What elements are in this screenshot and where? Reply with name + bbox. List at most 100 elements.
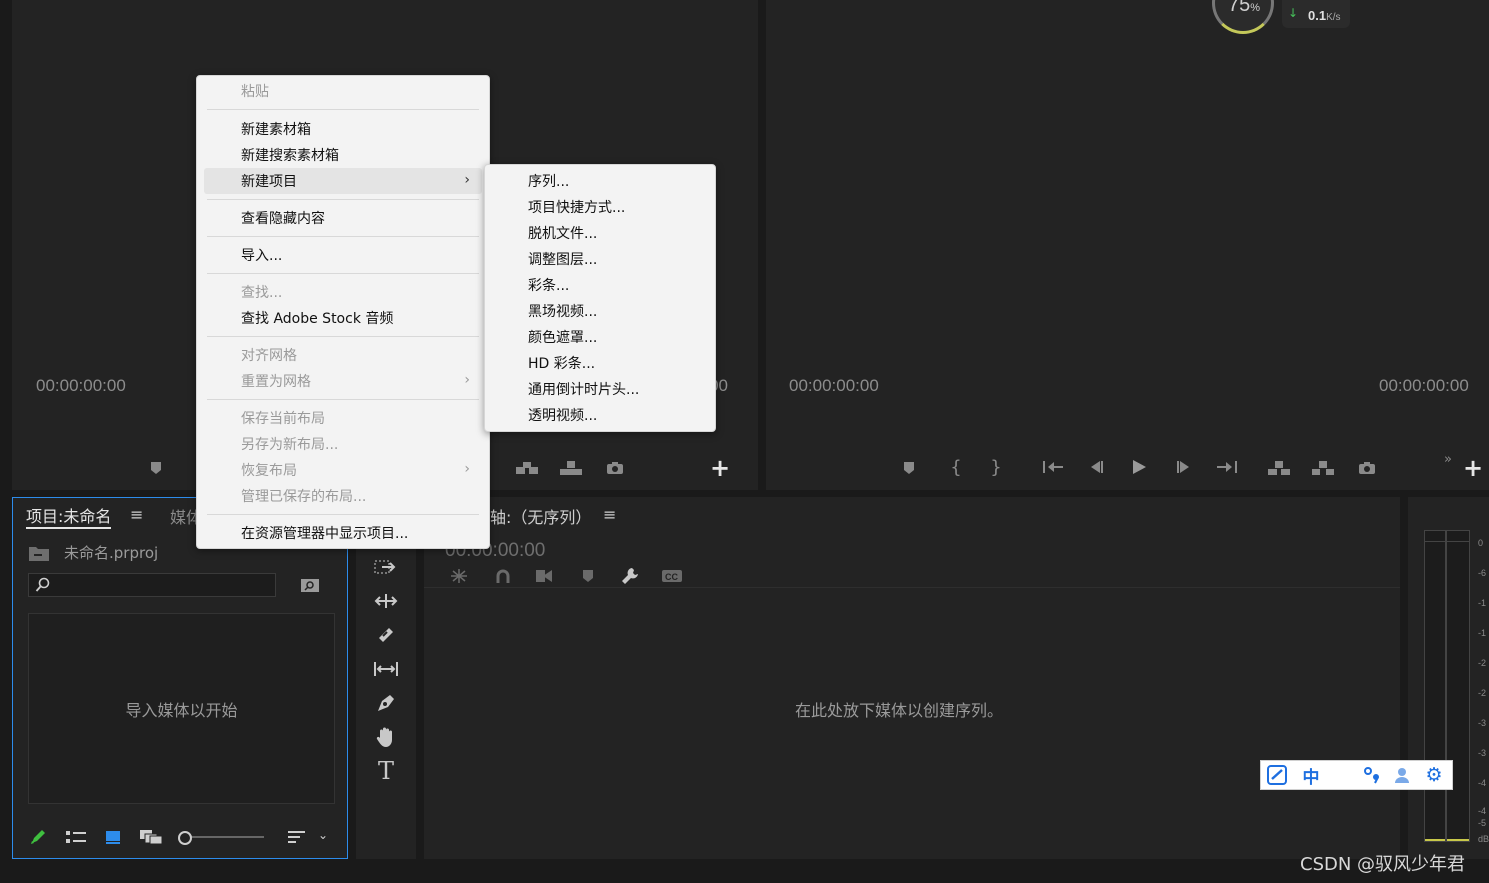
nest-sequence-icon[interactable] [448, 567, 470, 585]
slip-tool-icon[interactable] [370, 656, 402, 682]
ime-punctuation-icon[interactable] [1359, 762, 1385, 788]
ime-halfwidth-moon-icon[interactable] [1329, 762, 1355, 788]
sort-chevron-down-icon[interactable]: ⌄ [318, 828, 328, 842]
play-icon[interactable] [1128, 457, 1150, 477]
button-editor-plus-icon[interactable]: + [709, 454, 731, 482]
ime-settings-gear-icon[interactable]: ⚙ [1421, 762, 1447, 788]
more-controls-icon[interactable]: » [1438, 450, 1458, 468]
submenu-item-offline-file[interactable]: 脱机文件... [485, 220, 715, 246]
captions-icon[interactable]: CC [660, 568, 684, 584]
network-widget: 75% ↓ 0.1K/s [1208, 0, 1358, 36]
snap-icon[interactable] [492, 567, 514, 585]
menu-item-find-stock-audio[interactable]: 查找 Adobe Stock 音频 [204, 305, 482, 331]
submenu-chevron-right-icon: › [464, 172, 470, 188]
menu-item-manage-layouts[interactable]: 管理已保存的布局... [204, 483, 482, 509]
freeform-view-icon[interactable] [139, 829, 163, 849]
menu-item-reveal-in-explorer[interactable]: 在资源管理器中显示项目... [204, 520, 482, 546]
menu-item-new-search-bin[interactable]: 新建搜索素材箱 [204, 142, 482, 168]
program-button-editor-plus-icon[interactable]: + [1462, 454, 1484, 482]
zoom-slider-handle[interactable] [178, 831, 192, 845]
submenu-item-project-shortcut[interactable]: 项目快捷方式... [485, 194, 715, 220]
icon-view-icon[interactable] [104, 829, 122, 849]
submenu-item-black-video[interactable]: 黑场视频... [485, 298, 715, 324]
project-tab-menu-icon[interactable]: ≡ [130, 505, 143, 524]
network-speed: 0.1 [1308, 8, 1327, 23]
menu-item-restore-layout[interactable]: 恢复布局 › [204, 457, 482, 483]
svg-text:CC: CC [665, 572, 678, 582]
program-monitor-panel [766, 0, 1489, 490]
project-file-name: 未命名.prproj [64, 544, 159, 562]
audio-meter-right-channel [1446, 530, 1470, 842]
ime-user-icon[interactable] [1389, 762, 1415, 788]
network-speed-unit: K/s [1326, 12, 1341, 23]
menu-item-new-bin[interactable]: 新建素材箱 [204, 116, 482, 142]
ripple-edit-tool-icon[interactable] [370, 588, 402, 614]
search-icon [35, 577, 51, 597]
timeline-settings-wrench-icon[interactable] [619, 566, 641, 586]
add-marker-icon[interactable] [146, 458, 166, 478]
menu-item-find[interactable]: 查找... [204, 279, 482, 305]
menu-item-view-hidden[interactable]: 查看隐藏内容 [204, 205, 482, 231]
audio-meter-ticks: 0 -6 -1 -1 -2 -2 -3 -3 -4 -4 -5 dB [1478, 538, 1489, 844]
pen-tool-icon[interactable] [370, 690, 402, 716]
timeline-add-marker-icon[interactable] [578, 567, 598, 585]
gauge-percent: 75 [1228, 0, 1251, 16]
step-forward-icon[interactable] [1173, 457, 1195, 477]
menu-item-reset-grid[interactable]: 重置为网格 › [204, 368, 482, 394]
insert-icon[interactable] [514, 458, 540, 478]
hand-tool-icon[interactable] [370, 724, 402, 750]
type-tool-icon[interactable]: T [370, 757, 402, 785]
source-timecode-left[interactable]: 00:00:00:00 [36, 376, 126, 396]
sort-icon[interactable] [287, 829, 307, 849]
zoom-slider[interactable] [178, 830, 264, 845]
find-icon[interactable] [300, 576, 320, 598]
timeline-tab[interactable]: 轴:（无序列） [490, 504, 591, 528]
submenu-item-hd-bars[interactable]: HD 彩条... [485, 350, 715, 376]
submenu-item-adjustment-layer[interactable]: 调整图层... [485, 246, 715, 272]
program-add-marker-icon[interactable] [899, 458, 919, 478]
media-browser-tab[interactable]: 媒体 [170, 504, 197, 528]
step-back-icon[interactable] [1085, 457, 1107, 477]
reset-grid-chevron-right-icon: › [464, 372, 470, 388]
context-menu: 粘贴 新建素材箱 新建搜索素材箱 新建项目 › 查看隐藏内容 导入... 查找..… [196, 75, 490, 549]
menu-item-paste[interactable]: 粘贴 [204, 78, 482, 104]
razor-tool-icon[interactable] [370, 622, 402, 648]
submenu-item-sequence[interactable]: 序列... [485, 168, 715, 194]
gauge-percent-unit: % [1250, 2, 1261, 14]
track-select-tool-icon[interactable] [370, 554, 402, 580]
go-to-in-icon[interactable] [1040, 457, 1066, 477]
write-on-icon[interactable] [29, 828, 47, 850]
submenu-item-transparent-video[interactable]: 透明视频... [485, 402, 715, 428]
download-arrow-icon: ↓ [1288, 6, 1299, 20]
menu-item-align-grid[interactable]: 对齐网格 [204, 342, 482, 368]
project-empty-text: 导入媒体以开始 [125, 701, 238, 720]
linked-selection-icon[interactable] [533, 567, 555, 585]
project-tab[interactable]: 项目:未命名 [26, 503, 112, 529]
extract-icon[interactable] [1310, 458, 1336, 478]
mark-in-icon[interactable]: { [946, 456, 966, 478]
project-search-input[interactable] [28, 573, 276, 597]
audio-meter-left-channel [1424, 530, 1446, 842]
program-export-frame-icon[interactable] [1356, 458, 1378, 478]
submenu-item-bars-and-tone[interactable]: 彩条... [485, 272, 715, 298]
ime-chinese-mode[interactable]: 中 [1298, 762, 1324, 788]
program-timecode-left[interactable]: 00:00:00:00 [789, 376, 879, 396]
timeline-empty-text: 在此处放下媒体以创建序列。 [794, 701, 1003, 720]
overwrite-icon[interactable] [558, 458, 584, 478]
list-view-icon[interactable] [65, 829, 87, 849]
menu-item-import[interactable]: 导入... [204, 242, 482, 268]
mark-out-icon[interactable]: } [986, 456, 1006, 478]
submenu-item-color-matte[interactable]: 颜色遮罩... [485, 324, 715, 350]
menu-item-save-layout[interactable]: 保存当前布局 [204, 405, 482, 431]
timeline-tab-menu-icon[interactable]: ≡ [603, 505, 616, 524]
watermark: CSDN @驭风少年君 [1300, 854, 1466, 875]
menu-item-new-item[interactable]: 新建项目 › [204, 168, 482, 194]
lift-icon[interactable] [1266, 458, 1292, 478]
project-folder-icon [28, 544, 50, 566]
menu-item-save-new-layout[interactable]: 另存为新布局... [204, 431, 482, 457]
go-to-out-icon[interactable] [1214, 457, 1240, 477]
export-frame-icon[interactable] [604, 458, 626, 478]
submenu-item-countdown-leader[interactable]: 通用倒计时片头... [485, 376, 715, 402]
program-timecode-right[interactable]: 00:00:00:00 [1379, 376, 1469, 396]
ime-logo-icon[interactable] [1264, 762, 1290, 788]
